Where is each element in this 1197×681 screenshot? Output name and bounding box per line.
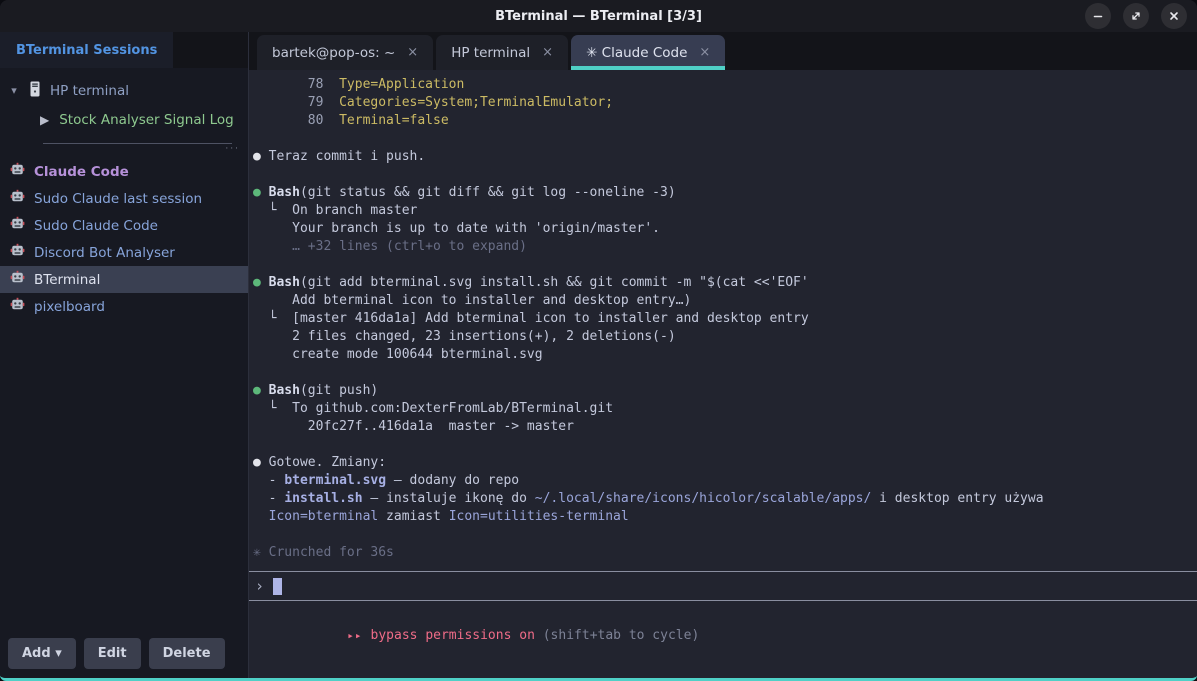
- terminal-line: [253, 526, 1193, 544]
- terminal-line: ● Bash(git status && git diff && git log…: [253, 184, 1193, 202]
- permissions-mode-text: bypass permissions on: [371, 628, 535, 643]
- robot-icon: [10, 270, 25, 289]
- sidebar-divider: ···: [0, 138, 248, 152]
- terminal-line: ● Bash(git push): [253, 382, 1193, 400]
- terminal-line: ● Gotowe. Zmiany:: [253, 454, 1193, 472]
- terminal-line: ● Bash(git add bterminal.svg install.sh …: [253, 274, 1193, 292]
- tab-label: bartek@pop-os: ~: [272, 45, 395, 61]
- terminal-line: 2 files changed, 23 insertions(+), 2 del…: [253, 328, 1193, 346]
- tab-label: ✳ Claude Code: [586, 45, 687, 61]
- terminal-line: 20fc27f..416da1a master -> master: [253, 418, 1193, 436]
- session-item-pixelboard[interactable]: pixelboard: [0, 293, 248, 320]
- double-arrow-icon: ▸▸: [347, 629, 362, 642]
- tree-item-hp-terminal[interactable]: ▾ HP terminal: [0, 76, 248, 105]
- tab-close-icon[interactable]: ×: [407, 45, 418, 60]
- terminal-line: [253, 256, 1193, 274]
- session-tree: ▾ HP terminal ▶ Stock Analyser Signal Lo…: [0, 68, 248, 134]
- prompt-chevron-icon: ›: [255, 577, 264, 595]
- session-item-bterminal[interactable]: BTerminal: [0, 266, 248, 293]
- tree-item-label: Stock Analyser Signal Log: [59, 112, 234, 128]
- close-button[interactable]: [1161, 3, 1187, 29]
- session-label: Claude Code: [34, 164, 129, 180]
- cycle-hint-text: (shift+tab to cycle): [535, 628, 699, 643]
- chevron-down-icon[interactable]: ▾: [8, 84, 20, 97]
- sidebar-header-row: BTerminal Sessions: [0, 32, 248, 68]
- tab-label: HP terminal: [451, 45, 530, 61]
- terminal-line: [253, 364, 1193, 382]
- terminal-line: [253, 166, 1193, 184]
- minimize-icon: [1091, 9, 1105, 23]
- robot-icon: [10, 189, 25, 208]
- session-label: Sudo Claude Code: [34, 218, 158, 234]
- session-item-sudo-claude-last-session[interactable]: Sudo Claude last session: [0, 185, 248, 212]
- terminal-line: Your branch is up to date with 'origin/m…: [253, 220, 1193, 238]
- window-controls: [1085, 3, 1187, 29]
- claude-prompt-input[interactable]: ›: [249, 571, 1197, 601]
- terminal-line: ✳ Crunched for 36s: [253, 544, 1193, 562]
- maximize-button[interactable]: [1123, 3, 1149, 29]
- robot-icon: [10, 243, 25, 262]
- session-label: Sudo Claude last session: [34, 191, 202, 207]
- maximize-icon: [1129, 9, 1143, 23]
- session-label: BTerminal: [34, 272, 100, 288]
- main-area: BTerminal Sessions ▾ HP terminal ▶ Stock…: [0, 32, 1197, 678]
- edit-button[interactable]: Edit: [84, 638, 141, 669]
- session-label: Discord Bot Analyser: [34, 245, 175, 261]
- robot-icon: [10, 162, 25, 181]
- terminal-line: [253, 130, 1193, 148]
- terminal-line: └ To github.com:DexterFromLab/BTerminal.…: [253, 400, 1193, 418]
- minimize-button[interactable]: [1085, 3, 1111, 29]
- session-item-sudo-claude-code[interactable]: Sudo Claude Code: [0, 212, 248, 239]
- terminal-line: └ [master 416da1a] Add bterminal icon to…: [253, 310, 1193, 328]
- text-cursor: [273, 578, 282, 595]
- terminal-line: create mode 100644 bterminal.svg: [253, 346, 1193, 364]
- terminal-view: 78 Type=Application 79 Categories=System…: [249, 70, 1197, 678]
- active-tab-underline: [571, 66, 725, 70]
- session-item-claude-code[interactable]: Claude Code: [0, 158, 248, 185]
- terminal-line: Add bterminal icon to installer and desk…: [253, 292, 1193, 310]
- terminal-column: bartek@pop-os: ~×HP terminal×✳ Claude Co…: [249, 32, 1197, 678]
- terminal-line: 78 Type=Application: [253, 76, 1193, 94]
- terminal-line: - install.sh — instaluje ikonę do ~/.loc…: [253, 490, 1193, 508]
- play-icon: ▶: [40, 113, 49, 127]
- terminal-line: └ On branch master: [253, 202, 1193, 220]
- terminal-line: - bterminal.svg — dodany do repo: [253, 472, 1193, 490]
- terminal-line: … +32 lines (ctrl+o to expand): [253, 238, 1193, 256]
- tab-bar: bartek@pop-os: ~×HP terminal×✳ Claude Co…: [249, 32, 1197, 70]
- tab-bartek-pop-os[interactable]: bartek@pop-os: ~ ×: [257, 35, 433, 70]
- robot-icon: [10, 216, 25, 235]
- tree-item-label: HP terminal: [50, 83, 129, 99]
- tab-claude-code[interactable]: ✳ Claude Code ×: [571, 35, 725, 70]
- close-icon: [1167, 9, 1181, 23]
- session-label: pixelboard: [34, 299, 105, 315]
- tab-close-icon[interactable]: ×: [542, 45, 553, 60]
- computer-icon: [29, 81, 41, 101]
- title-bar: BTerminal — BTerminal [3/3]: [0, 0, 1197, 32]
- divider-line: [43, 143, 232, 144]
- permissions-status-line: ▸▸ bypass permissions on (shift+tab to cy…: [249, 601, 1197, 678]
- robot-icon: [10, 297, 25, 316]
- add-button[interactable]: Add ▾: [8, 638, 76, 669]
- divider-grip-dots[interactable]: ···: [225, 144, 240, 154]
- tree-item-stock-analyser-signal-log[interactable]: ▶ Stock Analyser Signal Log: [0, 105, 248, 134]
- terminal-line: 79 Categories=System;TerminalEmulator;: [253, 94, 1193, 112]
- sessions-panel-title: BTerminal Sessions: [0, 32, 173, 68]
- terminal-line: ● Teraz commit i push.: [253, 148, 1193, 166]
- sidebar-footer: Add ▾ Edit Delete: [0, 630, 248, 678]
- delete-button[interactable]: Delete: [149, 638, 225, 669]
- tab-close-icon[interactable]: ×: [699, 45, 710, 60]
- terminal-line: [253, 436, 1193, 454]
- session-item-discord-bot-analyser[interactable]: Discord Bot Analyser: [0, 239, 248, 266]
- terminal-line: Icon=bterminal zamiast Icon=utilities-te…: [253, 508, 1193, 526]
- tab-hp-terminal[interactable]: HP terminal ×: [436, 35, 568, 70]
- sessions-sidebar: BTerminal Sessions ▾ HP terminal ▶ Stock…: [0, 32, 249, 678]
- terminal-output[interactable]: 78 Type=Application 79 Categories=System…: [249, 70, 1197, 571]
- window-title: BTerminal — BTerminal [3/3]: [495, 9, 702, 24]
- terminal-line: 80 Terminal=false: [253, 112, 1193, 130]
- bterminal-window: BTerminal — BTerminal [3/3]: [0, 0, 1197, 681]
- session-list: Claude Code Sudo Claude last session Sud…: [0, 158, 248, 320]
